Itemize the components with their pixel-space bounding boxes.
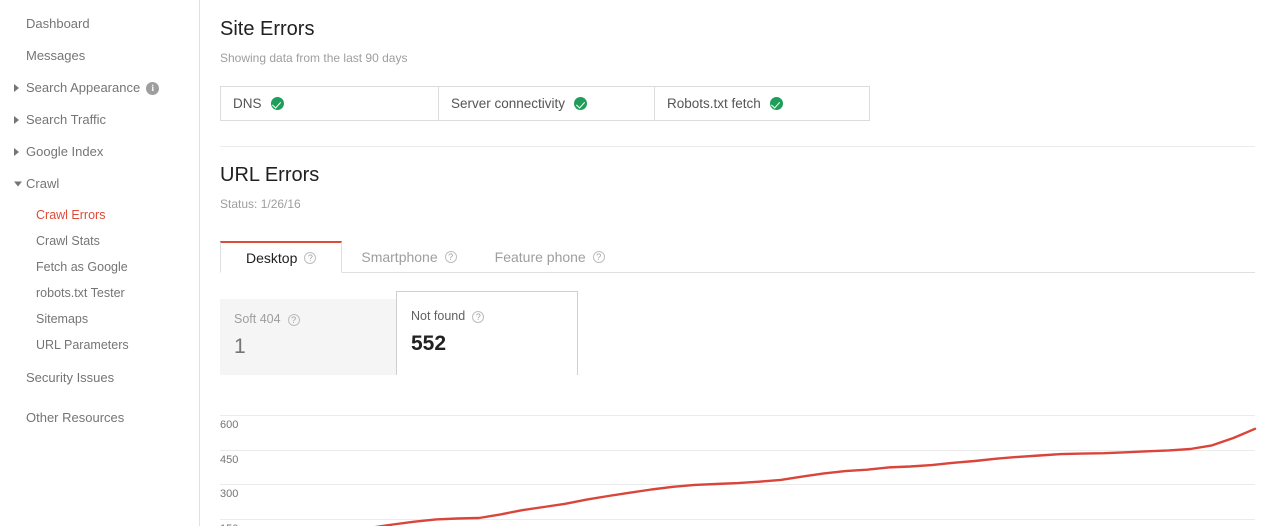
error-card-value: 1 (234, 335, 246, 358)
chart-series-not-found (374, 427, 1257, 526)
question-mark-icon[interactable]: ? (592, 250, 605, 263)
sidebar-item-label: Crawl Stats (36, 234, 100, 248)
check-circle-icon (769, 97, 783, 110)
question-mark-icon[interactable]: ? (304, 251, 317, 264)
tab-label: Desktop (246, 249, 298, 266)
chevron-right-icon[interactable] (14, 116, 19, 124)
sidebar-item-messages[interactable]: Messages (0, 40, 199, 72)
sidebar-item-search-appearance[interactable]: Search Appearance i (0, 72, 199, 104)
errors-chart: 600450300150 (200, 405, 1280, 526)
site-error-cell-dns[interactable]: DNS (221, 87, 439, 120)
site-error-label: Robots.txt fetch (667, 96, 761, 111)
error-card-value: 552 (411, 332, 447, 355)
sidebar: Dashboard Messages Search Appearance i Searc… (0, 0, 200, 526)
sidebar-item-label: Other Resources (26, 410, 125, 425)
check-circle-icon (574, 97, 588, 110)
sidebar-item-label: URL Parameters (36, 338, 129, 352)
sidebar-item-url-parameters[interactable]: URL Parameters (0, 332, 199, 358)
chart-line (374, 427, 1257, 526)
site-error-label: DNS (233, 96, 262, 111)
sidebar-item-crawl-stats[interactable]: Crawl Stats (0, 228, 199, 254)
chevron-right-icon[interactable] (14, 148, 19, 156)
tab-smartphone[interactable]: Smartphone? (342, 241, 475, 272)
sidebar-item-label: Search Traffic (26, 112, 106, 127)
url-errors-title: URL Errors (220, 164, 320, 186)
question-mark-icon[interactable]: ? (287, 314, 300, 326)
sidebar-item-crawl-errors[interactable]: Crawl Errors (0, 202, 199, 228)
check-circle-icon (270, 97, 284, 110)
site-errors-note: Showing data from the last 90 days (220, 51, 408, 65)
tab-desktop[interactable]: Desktop? (220, 241, 343, 273)
sidebar-item-label: Google Index (26, 144, 104, 159)
url-errors-status: Status: 1/26/16 (220, 197, 301, 211)
error-card-label-row: Not found? (411, 309, 577, 323)
error-card-label: Not found (411, 309, 466, 323)
error-type-cards: Soft 404? 1 Not found? 552 (220, 291, 1255, 375)
sidebar-item-label: Search Appearance (26, 80, 141, 95)
sidebar-item-label: Crawl (26, 176, 60, 191)
sidebar-item-security-issues[interactable]: Security Issues (0, 362, 199, 394)
sidebar-item-label: Fetch as Google (36, 260, 128, 274)
sidebar-item-dashboard[interactable]: Dashboard (0, 8, 199, 40)
sidebar-item-search-traffic[interactable]: Search Traffic (0, 104, 199, 136)
device-tabs: Desktop? Smartphone? Feature phone? (220, 241, 1255, 273)
sidebar-item-label: Security Issues (26, 370, 115, 385)
error-card-soft-404[interactable]: Soft 404? 1 (220, 299, 396, 375)
sidebar-item-label: Crawl Errors (36, 208, 106, 222)
info-icon[interactable]: i (146, 82, 160, 95)
chevron-down-icon[interactable] (14, 181, 22, 187)
tab-feature-phone[interactable]: Feature phone? (476, 241, 624, 272)
sidebar-item-other-resources[interactable]: Other Resources (0, 402, 199, 434)
sidebar-item-fetch-as-google[interactable]: Fetch as Google (0, 254, 199, 280)
sidebar-item-robots-txt-tester[interactable]: robots.txt Tester (0, 280, 199, 306)
site-error-label: Server connectivity (451, 96, 566, 111)
error-card-label-row: Soft 404? (234, 312, 396, 326)
question-mark-icon[interactable]: ? (472, 311, 485, 323)
sidebar-item-label: robots.txt Tester (36, 286, 125, 300)
sidebar-item-crawl[interactable]: Crawl (0, 168, 199, 200)
tab-label: Smartphone (361, 248, 438, 265)
page-title: Site Errors (220, 18, 315, 40)
error-card-label: Soft 404 (234, 312, 281, 326)
question-mark-icon[interactable]: ? (444, 250, 457, 263)
tab-label: Feature phone (494, 248, 586, 265)
crawl-errors-page: Dashboard Messages Search Appearance i Searc… (0, 0, 1280, 526)
sidebar-item-label: Sitemaps (36, 312, 89, 326)
site-error-cell-robots-txt-fetch[interactable]: Robots.txt fetch (655, 87, 869, 120)
sidebar-item-sitemaps[interactable]: Sitemaps (0, 306, 199, 332)
error-card-not-found[interactable]: Not found? 552 (396, 291, 578, 375)
sidebar-item-label: Dashboard (26, 16, 90, 31)
site-errors-row: DNS Server connectivity Robots.txt fetch (220, 86, 870, 121)
sidebar-item-google-index[interactable]: Google Index (0, 136, 199, 168)
main-content: Site Errors Showing data from the last 9… (200, 0, 1280, 526)
sidebar-item-label: Messages (26, 48, 86, 63)
site-error-cell-server-connectivity[interactable]: Server connectivity (439, 87, 655, 120)
chevron-right-icon[interactable] (14, 84, 19, 92)
